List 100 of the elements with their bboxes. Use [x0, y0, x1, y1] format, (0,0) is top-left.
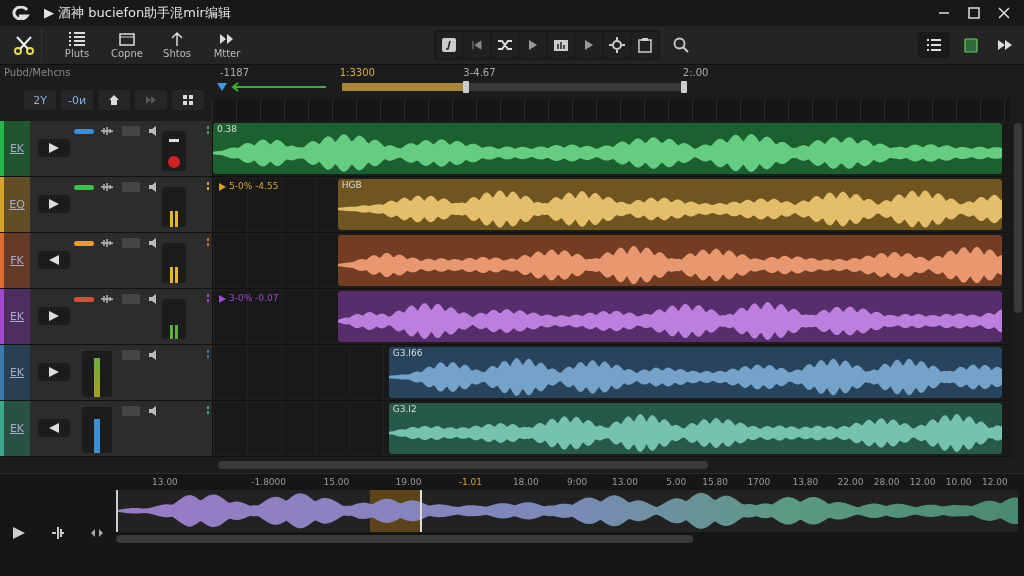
ruler-label: 10.00: [945, 477, 972, 487]
toolbar-button[interactable]: Shtos: [154, 28, 200, 62]
shuffle-button[interactable]: [492, 32, 518, 58]
play-icon: [12, 526, 27, 540]
send-indicator[interactable]: [74, 129, 94, 134]
waveform-icon: [100, 294, 114, 304]
status-dots-icon: [206, 293, 210, 303]
audio-clip[interactable]: HGB: [337, 179, 1002, 230]
waveform-icon: [100, 182, 114, 192]
range-slider[interactable]: [342, 83, 687, 91]
record-button[interactable]: [168, 156, 180, 168]
list-button[interactable]: [918, 32, 950, 58]
track-name: EK: [4, 345, 30, 400]
play-icon: [528, 39, 538, 51]
clip-title: 0.38: [217, 124, 238, 134]
track-play-button[interactable]: [38, 251, 70, 269]
play-button[interactable]: [520, 32, 546, 58]
send-indicator[interactable]: [74, 241, 94, 246]
fader[interactable]: [162, 187, 186, 227]
audio-clip[interactable]: [337, 291, 1002, 342]
track-name: EK: [4, 401, 30, 456]
ruler-label: 5.00: [666, 477, 687, 487]
bars-button[interactable]: [548, 32, 574, 58]
ruler-label: 9:00: [567, 477, 588, 487]
clip-title: HGB: [341, 180, 362, 190]
track-play-button[interactable]: [38, 139, 70, 157]
scrollbar-thumb[interactable]: [1014, 123, 1022, 313]
maximize-icon: [968, 7, 980, 19]
play-icon: [48, 366, 60, 378]
app-logo-icon: [10, 6, 30, 20]
skip-start-button[interactable]: [464, 32, 490, 58]
list-icon: [68, 31, 86, 47]
toolbar-button[interactable]: Copne: [104, 28, 150, 62]
left-right-arrows-icon: [89, 528, 104, 538]
slider-handle[interactable]: [463, 81, 470, 93]
clipboard-icon: [638, 37, 652, 53]
play-icon: [584, 39, 594, 51]
marker-icon: [51, 526, 65, 540]
ruler-label: 13.00: [152, 477, 178, 487]
slider-handle[interactable]: [681, 81, 687, 93]
scrollbar-thumb[interactable]: [218, 461, 708, 469]
arrow-icon: [216, 82, 328, 92]
marker-label: 1:3300: [339, 67, 375, 78]
ruler-label: 13.80: [792, 477, 819, 487]
italic-tool-button[interactable]: [436, 32, 462, 58]
speaker-icon[interactable]: [148, 349, 158, 361]
status-dots-icon: [206, 237, 210, 247]
waveform-icon: [100, 126, 114, 136]
audio-clip[interactable]: 0.38: [213, 123, 1002, 174]
track-play-button[interactable]: [38, 307, 70, 325]
toolbar-button[interactable]: Mtter: [204, 28, 250, 62]
toolbar-button[interactable]: Pluts: [54, 28, 100, 62]
panel-button[interactable]: -0и: [61, 90, 93, 110]
scrollbar-thumb[interactable]: [116, 535, 694, 543]
speaker-icon[interactable]: [148, 125, 158, 137]
skip-start-icon: [471, 39, 483, 51]
fader[interactable]: [162, 299, 186, 339]
bar-chart-icon: [553, 38, 569, 52]
play-icon: [48, 310, 60, 322]
play-icon: [48, 198, 60, 210]
speaker-icon[interactable]: [148, 181, 158, 193]
track-name: EQ: [4, 177, 30, 232]
clipboard-button[interactable]: [632, 32, 658, 58]
speaker-icon[interactable]: [148, 293, 158, 305]
home-button[interactable]: [98, 90, 130, 110]
clip-label: 5-0% -4.55: [229, 181, 279, 191]
marker-label: 2:.00: [682, 67, 709, 78]
track-name: EK: [4, 121, 30, 176]
speaker-icon[interactable]: [148, 237, 158, 249]
fader-knob[interactable]: [169, 139, 179, 143]
fader[interactable]: [162, 131, 186, 171]
audio-clip[interactable]: G3.I2: [388, 403, 1002, 454]
playhead[interactable]: [419, 490, 422, 532]
play-button[interactable]: [576, 32, 602, 58]
panel-label: Pubd/Mehcns: [4, 67, 71, 78]
clip-title: G3.I66: [392, 348, 423, 358]
target-button[interactable]: [604, 32, 630, 58]
audio-clip[interactable]: G3.I66: [388, 347, 1002, 398]
fader[interactable]: [162, 243, 186, 283]
panel-button[interactable]: 2Y: [24, 90, 56, 110]
send-indicator[interactable]: [74, 185, 94, 190]
clip-label: 3-0% -0.07: [229, 293, 279, 303]
grid-button[interactable]: [172, 90, 204, 110]
track-play-button[interactable]: [38, 195, 70, 213]
grid-icon: [182, 94, 194, 106]
audio-clip[interactable]: [337, 235, 1002, 286]
ruler-label: 28.00: [873, 477, 900, 487]
marker-flag-icon: [219, 183, 226, 191]
status-dots-icon: [206, 181, 210, 191]
left-triangle-icon: [48, 422, 60, 434]
status-dots-icon: [206, 125, 210, 135]
send-indicator[interactable]: [74, 297, 94, 302]
ruler-label: 15.80: [702, 477, 729, 487]
home-icon: [108, 94, 120, 106]
track-play-button[interactable]: [38, 419, 70, 437]
speaker-icon[interactable]: [148, 405, 158, 417]
ruler-label: 12.00: [981, 477, 1008, 487]
ruler-label: 15.00: [323, 477, 350, 487]
track-play-button[interactable]: [38, 363, 70, 381]
ruler-label: -1.01: [458, 477, 483, 487]
